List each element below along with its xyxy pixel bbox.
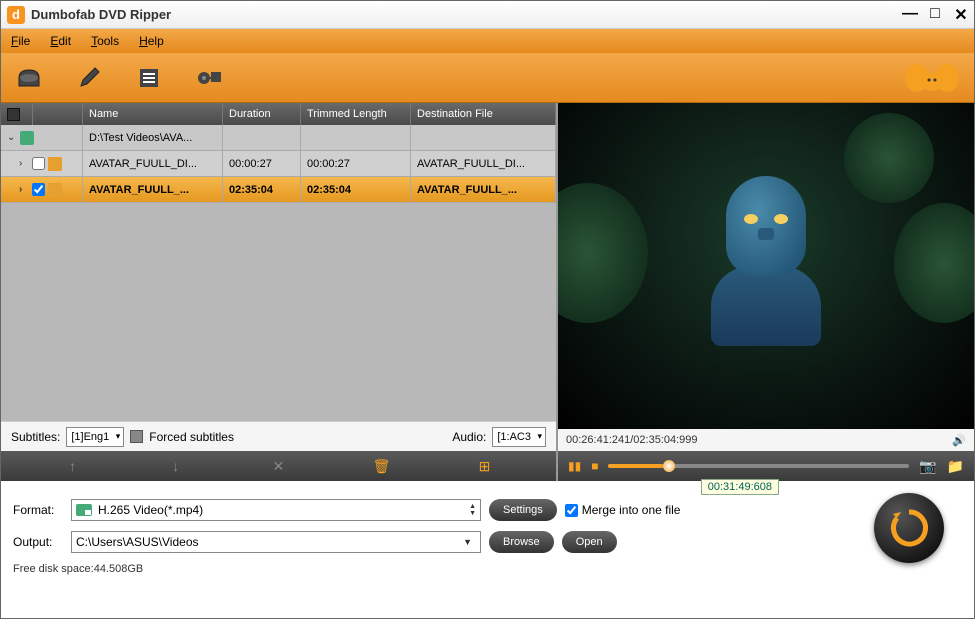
column-duration[interactable]: Duration xyxy=(223,103,301,125)
settings-button[interactable]: Settings xyxy=(489,499,557,521)
snapshot-button[interactable]: 📷 xyxy=(919,458,936,475)
remove-button[interactable]: ✕ xyxy=(269,456,289,476)
open-button[interactable]: Open xyxy=(562,531,617,553)
format-icon xyxy=(76,504,92,516)
table-row[interactable]: › AVATAR_FUULL_DI... 00:00:27 00:00:27 A… xyxy=(1,151,556,177)
menu-tools[interactable]: Tools xyxy=(91,34,119,48)
table-header: Name Duration Trimmed Length Destination… xyxy=(1,103,556,125)
seek-tooltip: 00:31:49:608 xyxy=(701,479,779,495)
disk-space-label: Free disk space:44.508GB xyxy=(13,563,962,575)
merge-label: Merge into one file xyxy=(582,503,681,517)
titlebar: d Dumbofab DVD Ripper — □ ✕ xyxy=(1,1,974,29)
preview-pane: 00:26:41:241/02:35:04:999 🔊 ▮▮ ■ 📷 📁 xyxy=(558,103,974,481)
brand-logo-icon xyxy=(902,58,962,98)
time-display: 00:26:41:241/02:35:04:999 🔊 xyxy=(558,429,974,451)
cell-dest: AVATAR_FUULL_... xyxy=(411,177,556,202)
column-destination[interactable]: Destination File xyxy=(411,103,556,125)
bottom-panel: 00:31:49:608 Format: H.265 Video(*.mp4) … xyxy=(1,481,974,583)
menu-file[interactable]: File xyxy=(11,34,30,48)
column-trimmed[interactable]: Trimmed Length xyxy=(301,103,411,125)
column-name[interactable]: Name xyxy=(83,103,223,125)
merge-checkbox[interactable] xyxy=(565,504,578,517)
folder-button[interactable]: 📁 xyxy=(947,458,964,475)
output-combo[interactable]: C:\Users\ASUS\Videos ▼ xyxy=(71,531,481,553)
list-button[interactable] xyxy=(133,62,165,94)
select-all-checkbox[interactable] xyxy=(7,108,20,121)
clip-icon xyxy=(48,157,62,171)
action-bar: ↑ ↓ ✕ 🗑 ⊞ xyxy=(1,451,556,481)
row-checkbox[interactable] xyxy=(32,183,45,196)
load-disc-button[interactable] xyxy=(13,62,45,94)
table-body: ⌄ D:\Test Videos\AVA... › AVATAR_FUULL_D… xyxy=(1,125,556,421)
expand-icon[interactable]: › xyxy=(19,158,29,169)
cell-name: D:\Test Videos\AVA... xyxy=(83,125,223,150)
trim-button[interactable]: ⊞ xyxy=(475,456,495,476)
cell-trimmed: 02:35:04 xyxy=(301,177,411,202)
volume-icon[interactable]: 🔊 xyxy=(952,434,966,447)
edit-button[interactable] xyxy=(73,62,105,94)
convert-to-device-button[interactable] xyxy=(193,62,225,94)
maximize-button[interactable]: □ xyxy=(928,5,942,25)
app-logo-icon: d xyxy=(7,6,25,24)
stop-button[interactable]: ■ xyxy=(591,459,598,473)
close-button[interactable]: ✕ xyxy=(954,5,968,25)
subtitles-select[interactable]: [1]Eng1 xyxy=(66,427,124,447)
clip-icon xyxy=(48,183,62,197)
browse-button[interactable]: Browse xyxy=(489,531,554,553)
output-value: C:\Users\ASUS\Videos xyxy=(76,535,459,549)
expand-icon[interactable]: ⌄ xyxy=(7,132,17,143)
output-dropdown-icon[interactable]: ▼ xyxy=(459,537,476,547)
subtitle-audio-bar: Subtitles: [1]Eng1 Forced subtitles Audi… xyxy=(1,421,556,451)
window-title: Dumbofab DVD Ripper xyxy=(31,7,902,22)
move-up-button[interactable]: ↑ xyxy=(63,456,83,476)
format-value: H.265 Video(*.mp4) xyxy=(98,503,469,517)
cell-name: AVATAR_FUULL_... xyxy=(83,177,223,202)
menu-edit[interactable]: Edit xyxy=(50,34,71,48)
audio-label: Audio: xyxy=(452,430,486,444)
cell-duration: 02:35:04 xyxy=(223,177,301,202)
cell-duration: 00:00:27 xyxy=(223,151,301,176)
file-list-pane: Name Duration Trimmed Length Destination… xyxy=(1,103,558,481)
format-stepper[interactable]: ▲▼ xyxy=(469,503,476,517)
output-label: Output: xyxy=(13,535,63,549)
video-preview[interactable] xyxy=(558,103,974,429)
cell-dest: AVATAR_FUULL_DI... xyxy=(411,151,556,176)
row-checkbox[interactable] xyxy=(32,157,45,170)
format-label: Format: xyxy=(13,503,63,517)
clear-all-button[interactable]: 🗑 xyxy=(372,456,392,476)
table-row[interactable]: › AVATAR_FUULL_... 02:35:04 02:35:04 AVA… xyxy=(1,177,556,203)
convert-button[interactable] xyxy=(874,493,944,563)
audio-select[interactable]: [1:AC3 xyxy=(492,427,546,447)
dvd-icon xyxy=(20,131,34,145)
cell-name: AVATAR_FUULL_DI... xyxy=(83,151,223,176)
pause-button[interactable]: ▮▮ xyxy=(568,459,581,473)
menu-help[interactable]: Help xyxy=(139,34,164,48)
expand-icon[interactable]: › xyxy=(19,184,29,195)
forced-subtitles-checkbox[interactable] xyxy=(130,430,143,443)
toolbar xyxy=(1,53,974,103)
seek-slider[interactable] xyxy=(608,464,909,468)
slider-thumb[interactable] xyxy=(663,460,675,472)
player-controls: ▮▮ ■ 📷 📁 xyxy=(558,451,974,481)
minimize-button[interactable]: — xyxy=(902,5,916,25)
move-down-button[interactable]: ↓ xyxy=(166,456,186,476)
table-row[interactable]: ⌄ D:\Test Videos\AVA... xyxy=(1,125,556,151)
format-combo[interactable]: H.265 Video(*.mp4) ▲▼ xyxy=(71,499,481,521)
subtitles-label: Subtitles: xyxy=(11,430,60,444)
forced-subtitles-label: Forced subtitles xyxy=(149,430,234,444)
menubar: File Edit Tools Help xyxy=(1,29,974,53)
cell-trimmed: 00:00:27 xyxy=(301,151,411,176)
